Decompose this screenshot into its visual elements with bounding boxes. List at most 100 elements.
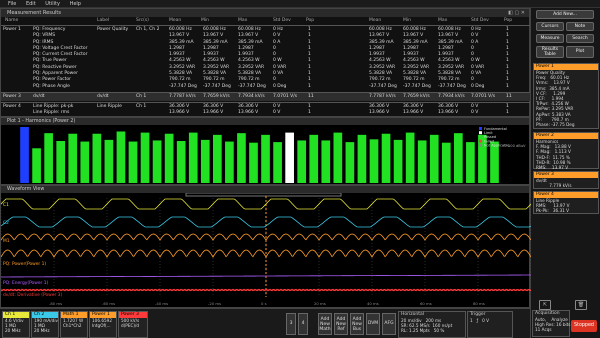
menu-bar: File Edit Utility Help	[0, 0, 600, 8]
col-stddev[interactable]: Std Dev	[273, 18, 291, 23]
col-mean-2[interactable]: Mean	[369, 18, 381, 23]
add-new-math-button[interactable]: Add New Math	[318, 313, 332, 335]
row-items: dv/dt	[33, 94, 45, 99]
row-max-2: 7.7934 kV/s	[438, 94, 465, 99]
horizontal-panel[interactable]: Horizontal 20 ms/div 200 ms SR: 62.5 MS/…	[398, 311, 466, 338]
harmonic-bar	[249, 142, 258, 183]
measurement-table: Name Label Src(s) Mean Min Max Std Dev P…	[1, 17, 531, 117]
col-pop[interactable]: Pop	[306, 18, 314, 23]
zoom-scrollbar[interactable]	[185, 192, 342, 197]
channel-3-button[interactable]: 3	[286, 313, 296, 335]
add-new-bus-button[interactable]: Add New Bus	[350, 313, 364, 335]
col-min[interactable]: Min	[201, 18, 209, 23]
harmonic-bar	[381, 133, 391, 183]
row-name[interactable]: Power 1	[3, 27, 21, 33]
harmonic-bar	[285, 132, 294, 183]
power4-badge[interactable]: Power 4 Line Ripple RMS: 13.97 V Pk-Pk: …	[533, 191, 599, 214]
cursors-button[interactable]: Cursors	[536, 22, 564, 31]
row-min: 36.306 V 13.966 V	[203, 104, 224, 116]
search-button[interactable]: Search	[566, 34, 594, 43]
ch1-badge[interactable]: Ch 1 4.6 V/div 1 MΩ 20 MHz	[2, 311, 30, 338]
power3-badge[interactable]: Power 3 dv/dt 7.779 kV/s	[533, 171, 599, 189]
x-tick-label: -80 ms	[49, 301, 62, 306]
power1-bottom-badge[interactable]: Power 1 106.6592 IntgOf(...	[89, 311, 117, 338]
trash-icon[interactable]: 🗑	[575, 300, 587, 310]
trace-label[interactable]: PQ: Power(Power 1)	[3, 261, 46, 267]
power2-badge[interactable]: Power 2 Harmonics F. Mag: 13.88 V F. Mag…	[533, 132, 599, 170]
dvm-button[interactable]: DVM	[366, 313, 380, 335]
col-max[interactable]: Max	[238, 18, 247, 23]
harmonic-bar	[429, 134, 439, 183]
row-min-2: 36.306 V 13.966 V	[403, 104, 424, 116]
waveform-canvas[interactable]: C1 C2 M1 PQ: Power(Power 1) PQ: Energy(Power…	[0, 192, 532, 308]
menu-edit[interactable]: Edit	[26, 0, 36, 8]
badge-lines: dv/dt 7.779 kV/s	[536, 178, 572, 189]
col-srcs[interactable]: Src(s)	[136, 18, 149, 23]
legend-label: Not Applicable	[484, 144, 509, 148]
menu-file[interactable]: File	[8, 0, 16, 8]
row-max-2: 36.306 V 13.966 V	[438, 104, 459, 116]
row-mean: 7.7787 kV/s	[169, 94, 196, 99]
measurement-results-window: Measurement Results ◧ ▢ ✕ Name Label Src…	[0, 8, 531, 117]
power1-badge[interactable]: Power 1 Power Quality Freq: 60.01 Hz Vrm…	[533, 63, 599, 129]
row-name[interactable]: Power 3	[3, 94, 21, 100]
ch-lines: 190 mA/div 1 MΩ 20 MHz	[34, 318, 58, 333]
afg-button[interactable]: AFG	[382, 313, 396, 335]
harmonic-bar	[32, 148, 41, 183]
x-tick-label: -40 ms	[155, 301, 168, 306]
col-min-2[interactable]: Min	[403, 18, 411, 23]
col-max-2[interactable]: Max	[438, 18, 447, 23]
col-stddev-2[interactable]: Std Dev	[471, 18, 489, 23]
stopped-button[interactable]: Stopped	[571, 320, 597, 332]
harmonic-bar	[466, 142, 475, 183]
note-button[interactable]: Note	[566, 22, 594, 31]
acquisition-panel[interactable]: Acquisition Auto, Analyze High Res: 16 b…	[532, 310, 570, 337]
x-tick-label: 40 ms	[367, 301, 379, 306]
harmonic-bar	[44, 133, 53, 183]
col-pop-2[interactable]: Pop	[504, 18, 512, 23]
col-label[interactable]: Label	[97, 18, 109, 23]
harmonic-bar	[357, 134, 367, 183]
col-mean[interactable]: Mean	[169, 18, 181, 23]
trace-label[interactable]: M1	[3, 238, 10, 244]
trace-label[interactable]: C1	[3, 202, 9, 208]
x-tick-label: -60 ms	[102, 301, 115, 306]
menu-help[interactable]: Help	[70, 0, 81, 8]
row-std-2: 0 Hz 0 V 0 A 0 0 0 W 0 VAR 0 VA 0 0 Deg	[471, 27, 485, 89]
row-max: 7.7934 kV/s	[238, 94, 265, 99]
divider	[1, 25, 531, 26]
window-controls[interactable]: ◧ ▢ ✕	[508, 9, 525, 17]
harmonic-bar	[237, 133, 246, 183]
harmonic-bar	[80, 141, 90, 183]
harmonics-chart: 100 dBuVFundamentalLimitPassedFailedNot …	[20, 127, 526, 183]
harmonic-bar	[441, 142, 451, 183]
trace-label[interactable]: C2	[3, 220, 9, 226]
harmonic-bar	[92, 133, 102, 183]
harmonic-bar	[369, 139, 379, 183]
trace-label[interactable]: dv/dt: Derivative (Power 3)	[3, 292, 62, 298]
measure-button[interactable]: Measure	[536, 34, 564, 43]
channel-4-button[interactable]: 4	[298, 313, 308, 335]
legend-swatch	[479, 139, 482, 143]
x-tick-label: 20 ms	[314, 301, 326, 306]
menu-utility[interactable]: Utility	[45, 0, 60, 8]
row-name[interactable]: Power 4	[3, 104, 21, 110]
ch2-badge[interactable]: Ch 2 190 mA/div 1 MΩ 20 MHz	[31, 311, 59, 338]
results-table-button[interactable]: Results Table	[536, 46, 564, 58]
row-min-2: 7.7659 kV/s	[403, 94, 430, 99]
plot-button[interactable]: Plot	[566, 46, 594, 58]
row-min: 7.7659 kV/s	[203, 94, 230, 99]
row-pop-2: 1 1	[506, 104, 509, 116]
add-new-button[interactable]: Add New...	[536, 10, 594, 19]
drag-icon[interactable]: ⇱	[539, 300, 551, 310]
harmonic-bar	[454, 133, 463, 183]
power3-bottom-badge[interactable]: Power 3 500 kV/s d(PEC)/d	[118, 311, 148, 338]
trace-label[interactable]: PQ: Energy(Power 1)	[3, 280, 49, 286]
add-new-ref-button[interactable]: Add New Ref	[334, 313, 348, 335]
row-pop: 11	[308, 94, 314, 99]
waveform-view: Waveform View C1 C2 M1 PQ: Power(Power 1) PQ…	[0, 185, 532, 308]
waveform-title: Waveform View	[1, 186, 529, 193]
math1-badge[interactable]: Math 1 1.7207 W Ch1*Ch2	[60, 311, 88, 338]
trigger-panel[interactable]: Trigger 1 ƒ 0 V	[467, 311, 513, 338]
col-name[interactable]: Name	[5, 18, 18, 23]
